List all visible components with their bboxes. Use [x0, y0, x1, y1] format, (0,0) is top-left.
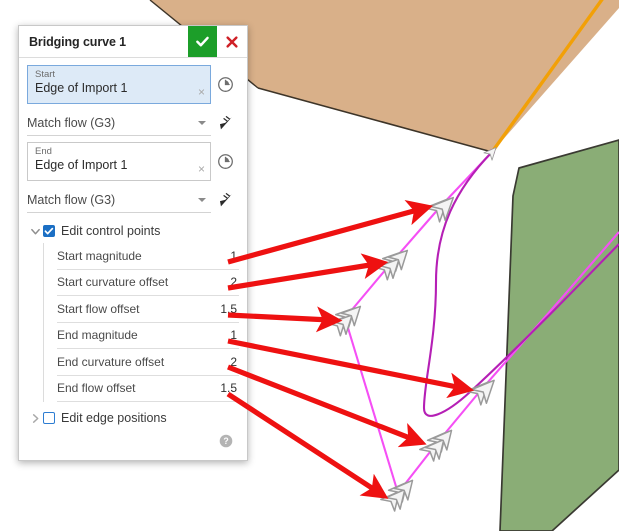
edit-control-points-checkbox[interactable] [43, 225, 55, 237]
control-point-parameters: Start magnitude 1 Start curvature offset… [43, 243, 239, 402]
control-handle-glyphs [326, 143, 503, 512]
start-flow-direction-button[interactable] [211, 112, 239, 136]
start-field-value: Edge of Import 1 [35, 81, 128, 95]
parameter-label: Start curvature offset [57, 275, 169, 290]
check-icon [196, 36, 209, 47]
close-icon [226, 35, 238, 48]
chevron-down-icon [198, 198, 206, 202]
end-selection-field[interactable]: End Edge of Import 1 × [27, 142, 211, 181]
end-field-value: Edge of Import 1 [35, 158, 128, 172]
parameter-label: Start flow offset [57, 301, 140, 316]
green-surface [499, 139, 619, 531]
bridging-curve-dialog[interactable]: Bridging curve 1 Start Edge of Import 1 … [18, 25, 248, 461]
control-points [342, 149, 495, 496]
parameter-label: End curvature offset [57, 354, 165, 369]
end-clear-icon[interactable]: × [198, 163, 205, 175]
edit-edge-positions-label: Edit edge positions [61, 411, 167, 425]
edit-edge-positions-checkbox[interactable] [43, 412, 55, 424]
edit-control-points-label: Edit control points [61, 224, 161, 238]
parameter-value[interactable]: 1 [230, 249, 239, 263]
help-circle-icon: ? [219, 434, 233, 447]
end-continuity-row: Match flow (G3) [27, 188, 239, 213]
clock-icon [217, 77, 233, 92]
svg-text:?: ? [223, 436, 228, 446]
end-field-label: End [35, 146, 52, 157]
parameter-row-start-curvature-offset[interactable]: Start curvature offset 2 [57, 270, 239, 296]
start-field-label: Start [35, 69, 56, 80]
parameter-value[interactable]: 1.5 [220, 381, 239, 395]
parameter-row-start-magnitude[interactable]: Start magnitude 1 [57, 243, 239, 270]
parameter-value[interactable]: 2 [230, 275, 239, 289]
dialog-footer: ? [27, 430, 239, 456]
end-selection-row: End Edge of Import 1 × [27, 142, 239, 181]
parameter-label: End magnitude [57, 328, 138, 343]
start-continuity-value: Match flow (G3) [27, 116, 116, 130]
chevron-expanded-icon[interactable] [27, 226, 43, 237]
handle-end-flow-offset [380, 473, 421, 512]
cancel-button[interactable] [217, 26, 247, 57]
start-continuity-row: Match flow (G3) [27, 111, 239, 136]
flow-direction-arrow-icon [219, 115, 232, 130]
chevron-collapsed-icon[interactable] [27, 413, 43, 424]
handle-start-flow-offset [326, 299, 368, 337]
parameter-row-end-magnitude[interactable]: End magnitude 1 [57, 323, 239, 349]
help-button[interactable]: ? [219, 434, 233, 453]
parameter-value[interactable]: 2 [230, 355, 239, 369]
clock-icon [217, 154, 233, 169]
start-clear-icon[interactable]: × [198, 86, 205, 98]
edit-edge-positions-header[interactable]: Edit edge positions [27, 406, 239, 430]
confirm-button[interactable] [188, 26, 217, 57]
dialog-title: Bridging curve 1 [29, 34, 127, 49]
flow-direction-arrow-icon [219, 192, 232, 207]
parameter-row-end-curvature-offset[interactable]: End curvature offset 2 [57, 349, 239, 376]
start-selection-row: Start Edge of Import 1 × [27, 65, 239, 104]
end-history-button[interactable] [211, 142, 239, 181]
end-continuity-dropdown[interactable]: Match flow (G3) [27, 188, 211, 213]
parameter-label: Start magnitude [57, 248, 142, 263]
end-continuity-value: Match flow (G3) [27, 193, 116, 207]
edit-control-points-header[interactable]: Edit control points [27, 219, 239, 243]
start-history-button[interactable] [211, 65, 239, 104]
parameter-value[interactable]: 1 [230, 328, 239, 342]
chevron-down-icon [198, 121, 206, 125]
parameter-value[interactable]: 1.5 [220, 302, 239, 316]
start-continuity-dropdown[interactable]: Match flow (G3) [27, 111, 211, 136]
end-flow-direction-button[interactable] [211, 189, 239, 213]
dialog-titlebar[interactable]: Bridging curve 1 [19, 26, 247, 58]
parameter-row-start-flow-offset[interactable]: Start flow offset 1.5 [57, 296, 239, 323]
parameter-label: End flow offset [57, 381, 136, 396]
start-selection-field[interactable]: Start Edge of Import 1 × [27, 65, 211, 104]
parameter-row-end-flow-offset[interactable]: End flow offset 1.5 [57, 376, 239, 402]
dialog-body: Start Edge of Import 1 × Match flow (G3) [19, 58, 247, 460]
